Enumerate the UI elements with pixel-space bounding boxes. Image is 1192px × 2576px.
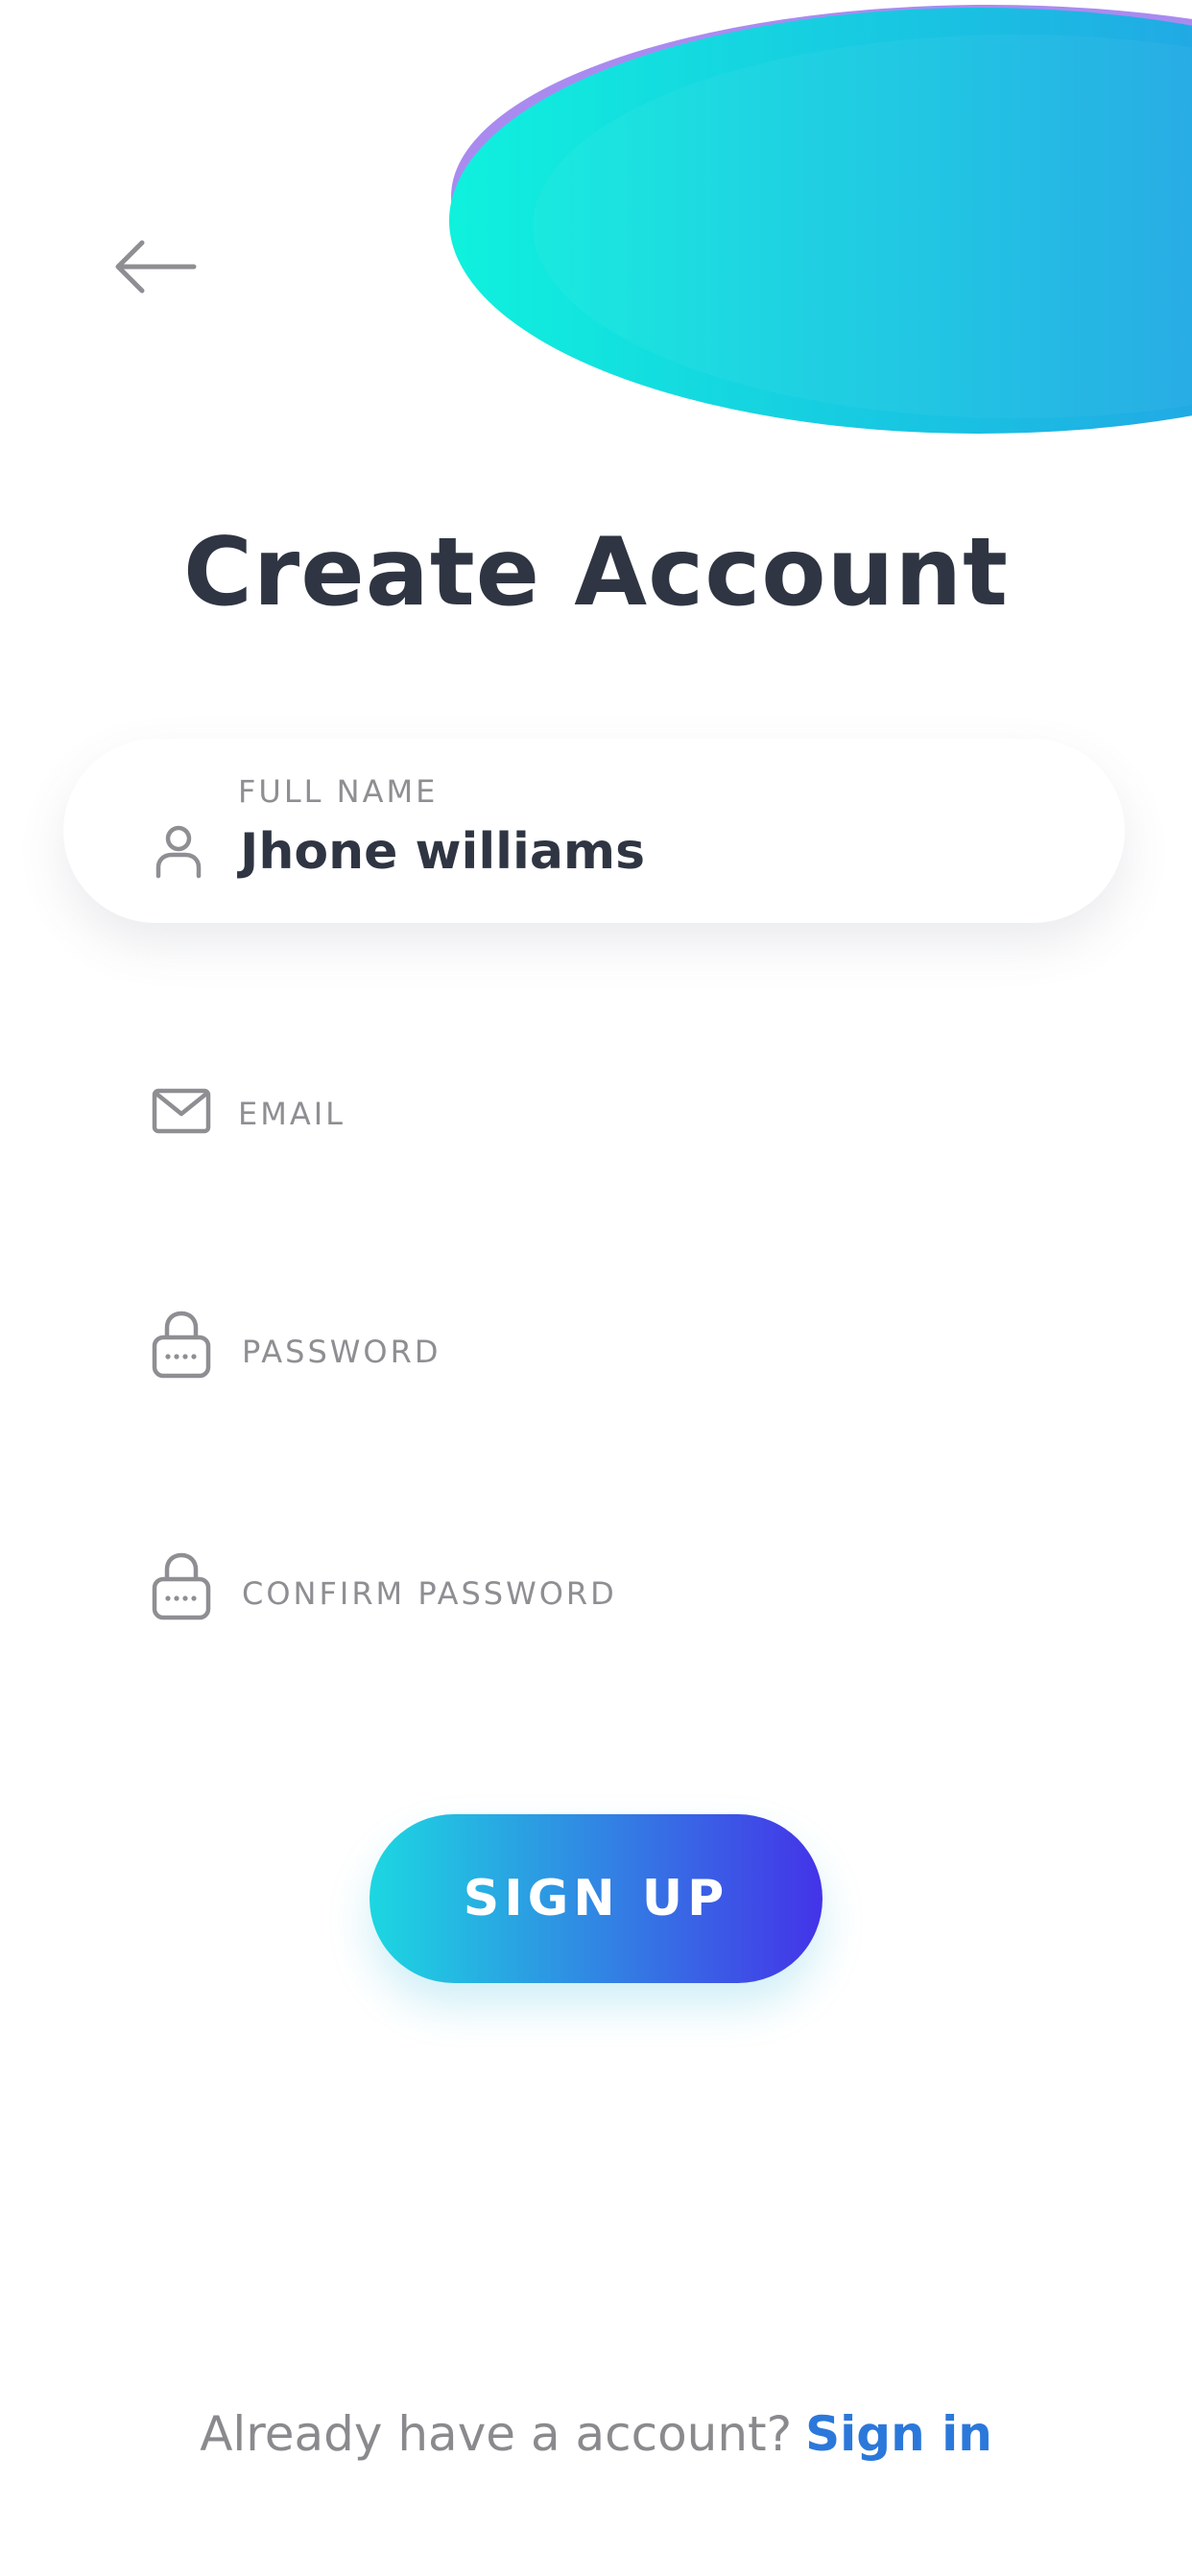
- lock-icon: [152, 1552, 211, 1620]
- lock-icon: [152, 1311, 211, 1379]
- confirm-password-label: CONFIRM PASSWORD: [242, 1575, 617, 1612]
- signup-button[interactable]: SIGN UP: [370, 1814, 822, 1983]
- back-button[interactable]: [113, 237, 198, 296]
- signin-link[interactable]: Sign in: [805, 2406, 992, 2462]
- mail-icon: [152, 1088, 211, 1134]
- signin-prompt-text: Already have a account?: [200, 2406, 793, 2462]
- password-label: PASSWORD: [242, 1334, 441, 1370]
- confirm-password-field[interactable]: CONFIRM PASSWORD: [96, 1535, 1094, 1650]
- full-name-value[interactable]: Jhone williams: [240, 823, 645, 881]
- user-icon: [155, 825, 202, 879]
- full-name-label: FULL NAME: [238, 773, 439, 810]
- arrow-left-icon: [115, 240, 197, 294]
- signup-button-label: SIGN UP: [463, 1870, 729, 1927]
- email-label: EMAIL: [238, 1096, 346, 1132]
- full-name-field[interactable]: FULL NAME Jhone williams: [63, 739, 1125, 923]
- page-title: Create Account: [182, 518, 1009, 627]
- signin-prompt: Already have a account? Sign in: [0, 2406, 1192, 2462]
- password-field[interactable]: PASSWORD: [96, 1293, 1094, 1408]
- email-field[interactable]: EMAIL: [96, 1055, 1094, 1170]
- header-decoration: [449, 5, 1192, 434]
